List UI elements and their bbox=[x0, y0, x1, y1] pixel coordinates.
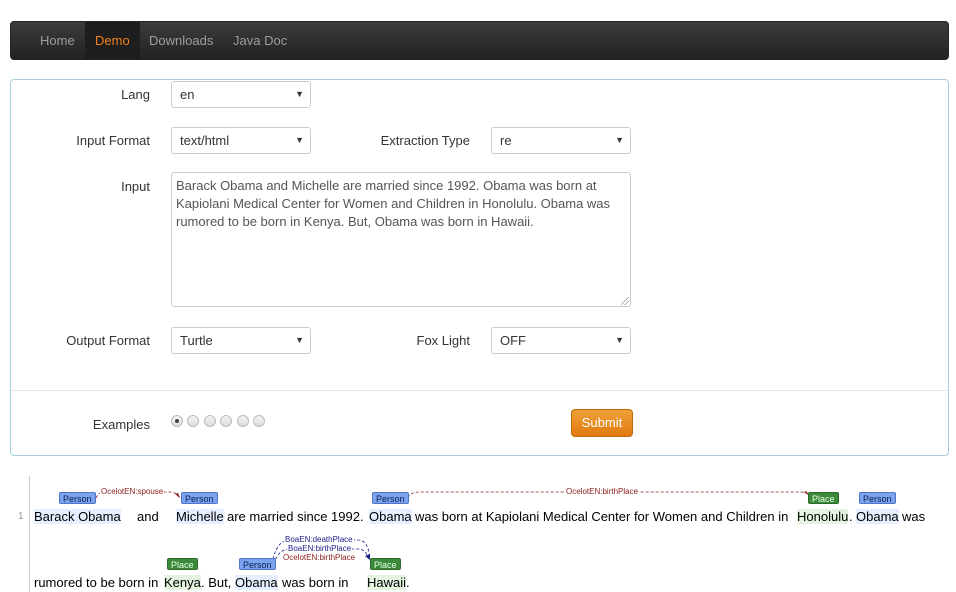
arrowhead-icon bbox=[175, 493, 180, 498]
example-radio-1[interactable] bbox=[171, 415, 183, 427]
chevron-down-icon: ▼ bbox=[295, 135, 304, 145]
entity-tag-person: Person bbox=[372, 492, 409, 504]
entity-kenya[interactable]: Kenya bbox=[164, 575, 201, 590]
extraction-type-select-value: re bbox=[500, 133, 512, 148]
input-format-select-value: text/html bbox=[180, 133, 230, 148]
relation-label-birthplace: OcelotEN:birthPlace bbox=[565, 487, 640, 496]
entity-obama[interactable]: Obama bbox=[856, 509, 899, 524]
submit-button[interactable]: Submit bbox=[571, 409, 633, 437]
entity-michelle[interactable]: Michelle bbox=[176, 509, 224, 524]
entity-obama[interactable]: Obama bbox=[235, 575, 278, 590]
annotation-text: . But, bbox=[201, 575, 232, 590]
entity-tag-person: Person bbox=[859, 492, 896, 504]
annotation-text: and bbox=[137, 509, 159, 524]
form-divider bbox=[11, 390, 948, 391]
example-radio-5[interactable] bbox=[237, 415, 249, 427]
output-format-select-value: Turtle bbox=[180, 333, 213, 348]
annotation-text: . bbox=[849, 509, 853, 524]
annotation-text: was born at Kapiolani Medical Center for… bbox=[415, 509, 789, 524]
annotation-text: are married since 1992. bbox=[227, 509, 364, 524]
input-format-select[interactable]: text/html ▼ bbox=[171, 127, 311, 154]
lang-label: Lang bbox=[121, 87, 150, 102]
annotation-text: was born in bbox=[282, 575, 349, 590]
example-radio-4[interactable] bbox=[220, 415, 232, 427]
output-format-label: Output Format bbox=[66, 333, 150, 348]
lang-select[interactable]: en ▼ bbox=[171, 81, 311, 108]
fox-light-select-value: OFF bbox=[500, 333, 526, 348]
entity-barack-obama[interactable]: Barack Obama bbox=[34, 509, 121, 524]
entity-tag-person: Person bbox=[181, 492, 218, 504]
lang-select-value: en bbox=[180, 87, 195, 102]
relation-label-ocelot-birthplace-2: OcelotEN:birthPlace bbox=[282, 553, 357, 562]
nav-demo[interactable]: Demo bbox=[85, 22, 140, 59]
resize-grip-icon[interactable] bbox=[621, 297, 629, 305]
relation-label-spouse: OcelotEN:spouse bbox=[100, 487, 165, 496]
output-format-select[interactable]: Turtle ▼ bbox=[171, 327, 311, 354]
relation-label-deathplace: BoaEN:deathPlace bbox=[284, 535, 354, 544]
annotation-text: . bbox=[406, 575, 410, 590]
chevron-down-icon: ▼ bbox=[615, 335, 624, 345]
fox-light-label: Fox Light bbox=[416, 333, 470, 348]
example-radio-2[interactable] bbox=[187, 415, 199, 427]
fox-light-select[interactable]: OFF ▼ bbox=[491, 327, 631, 354]
entity-hawaii[interactable]: Hawaii bbox=[367, 575, 407, 590]
annotation-text: rumored to be born in bbox=[34, 575, 159, 590]
annotation-text: was bbox=[902, 509, 926, 524]
examples-label: Examples bbox=[92, 417, 150, 432]
chevron-down-icon: ▼ bbox=[295, 89, 304, 99]
example-radio-3[interactable] bbox=[204, 415, 216, 427]
entity-tag-place: Place bbox=[808, 492, 839, 504]
input-format-label: Input Format bbox=[76, 133, 150, 148]
nav-java-doc[interactable]: Java Doc bbox=[223, 22, 297, 59]
chevron-down-icon: ▼ bbox=[295, 335, 304, 345]
nav-home[interactable]: Home bbox=[30, 22, 85, 59]
extraction-type-label: Extraction Type bbox=[380, 133, 470, 148]
input-textarea[interactable]: Barack Obama and Michelle are married si… bbox=[171, 172, 631, 307]
input-label: Input bbox=[121, 179, 150, 194]
nav-downloads[interactable]: Downloads bbox=[139, 22, 223, 59]
entity-tag-person: Person bbox=[239, 558, 276, 570]
entity-obama[interactable]: Obama bbox=[369, 509, 412, 524]
entity-tag-place: Place bbox=[370, 558, 401, 570]
example-radio-6[interactable] bbox=[253, 415, 265, 427]
top-navbar: Home Demo Downloads Java Doc bbox=[10, 21, 949, 60]
entity-honolulu[interactable]: Honolulu bbox=[797, 509, 849, 524]
input-textarea-value: Barack Obama and Michelle are married si… bbox=[176, 178, 611, 229]
relation-label-boa-birthplace: BoaEN:birthPlace bbox=[287, 544, 353, 553]
chevron-down-icon: ▼ bbox=[615, 135, 624, 145]
entity-tag-place: Place bbox=[167, 558, 198, 570]
entity-tag-person: Person bbox=[59, 492, 96, 504]
extraction-type-select[interactable]: re ▼ bbox=[491, 127, 631, 154]
